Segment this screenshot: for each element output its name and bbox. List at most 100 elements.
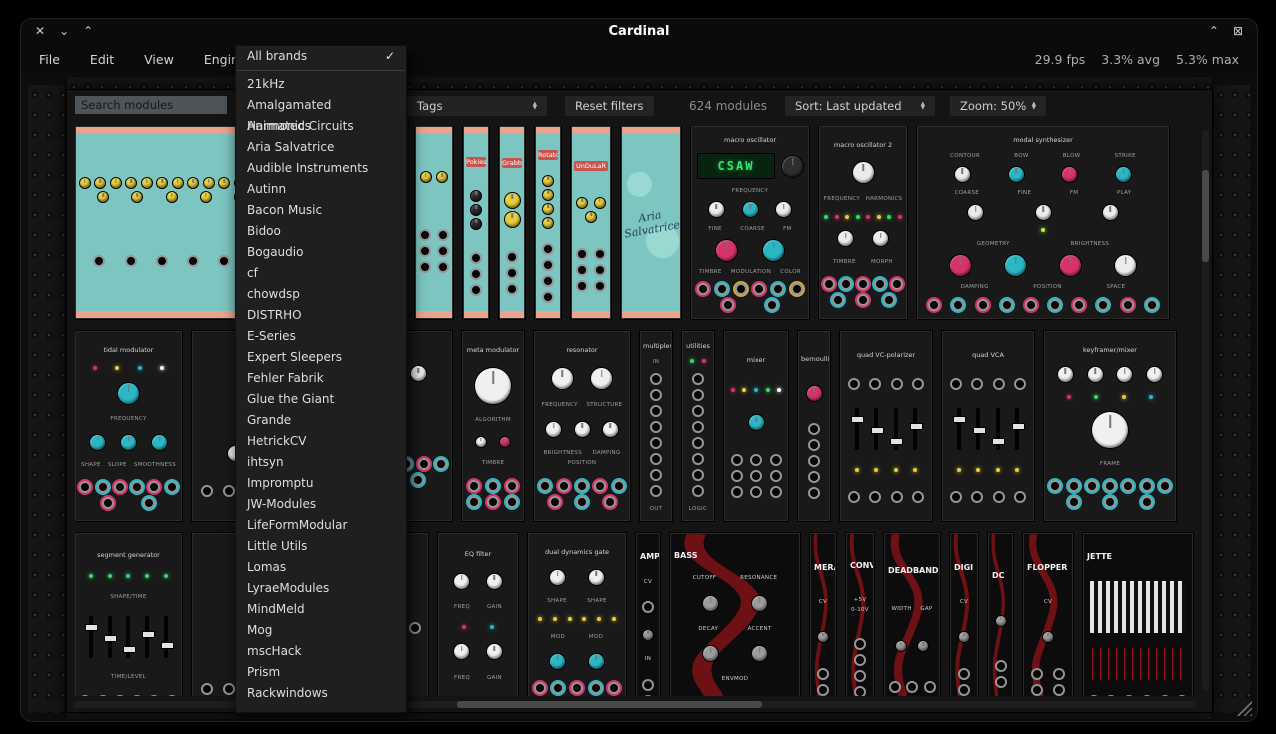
module-label: COLOR <box>780 269 801 275</box>
vertical-scrollbar-thumb[interactable] <box>1202 170 1209 262</box>
menubar-item-file[interactable]: File <box>39 52 60 67</box>
module-card[interactable]: Aria Salvatrice <box>621 126 681 319</box>
module-card[interactable]: CONV+5V0-10V <box>846 533 874 696</box>
module-card[interactable]: MERACV <box>810 533 836 696</box>
brand-menu-item[interactable]: JW-Modules <box>236 494 406 515</box>
search-input[interactable] <box>75 96 227 114</box>
module-card[interactable] <box>415 126 453 319</box>
module-card[interactable]: DEADBANDWIDTHGAP <box>884 533 940 696</box>
jack <box>692 437 704 449</box>
module-card[interactable]: FLOPPERCV <box>1023 533 1073 696</box>
brand-menu-item[interactable]: Expert Sleepers <box>236 347 406 368</box>
module-card[interactable]: Pokies <box>463 126 489 319</box>
detach-icon[interactable]: ⌃ <box>1209 24 1219 38</box>
jack <box>437 245 449 257</box>
module-label: ACCENT <box>748 626 772 632</box>
brand-menu-item[interactable]: Amalgamated Harmonics <box>236 95 406 116</box>
brand-menu-item[interactable]: MindMeld <box>236 599 406 620</box>
brand-menu-item-selected[interactable]: All brands✓ <box>236 46 406 67</box>
module-title: Grabby <box>502 158 522 168</box>
led-icon <box>1015 468 1019 472</box>
reset-filters-label: Reset filters <box>575 99 644 113</box>
module-card[interactable]: JETTE <box>1083 533 1193 696</box>
module-card[interactable]: Rotatoes <box>535 126 561 319</box>
brand-menu-item[interactable]: Bacon Music <box>236 200 406 221</box>
module-card[interactable]: Grabby <box>499 126 525 319</box>
module-card[interactable]: quad VC-polarizer <box>840 331 932 521</box>
module-card[interactable]: BASSCUTOFFRESONANCEDECAYACCENTENVMOD <box>670 533 800 696</box>
led-icon <box>597 617 601 621</box>
module-card[interactable]: quad VCA <box>942 331 1034 521</box>
brand-menu-item[interactable]: Lomas <box>236 557 406 578</box>
horizontal-scrollbar-thumb[interactable] <box>457 701 762 708</box>
brand-menu-item[interactable]: mscHack <box>236 641 406 662</box>
brand-menu-item-label: mscHack <box>247 641 301 662</box>
brand-menu-item[interactable]: Aria Salvatrice <box>236 137 406 158</box>
jack <box>201 683 213 695</box>
module-part-row <box>943 407 1033 451</box>
module-card[interactable]: keyframer/mixerFRAME <box>1044 331 1176 521</box>
menubar-item-edit[interactable]: Edit <box>90 52 114 67</box>
jack <box>869 491 881 503</box>
module-label: BRIGHTNESS <box>1071 241 1110 247</box>
module-card[interactable]: modal synthesizerCONTOURBOWBLOWSTRIKECOA… <box>917 126 1169 319</box>
jack <box>906 681 918 693</box>
module-card[interactable]: meta modulatorALGORITHMTIMBRE <box>462 331 524 521</box>
titlebar[interactable]: ✕⌄⌃ Cardinal ⌃⊠ <box>21 19 1257 45</box>
brand-menu-item[interactable]: Bidoo <box>236 221 406 242</box>
brand-menu-item[interactable]: Glue the Giant <box>236 389 406 410</box>
brand-menu-item[interactable]: HetrickCV <box>236 431 406 452</box>
knob <box>577 198 587 208</box>
module-card[interactable]: tidal modulatorFREQUENCYSHAPESLOPESMOOTH… <box>75 331 182 521</box>
module-card[interactable]: DC <box>988 533 1013 696</box>
module-card[interactable]: multiplesINOUT <box>640 331 672 521</box>
brand-menu-item-label: cf <box>247 263 258 284</box>
jack <box>1053 668 1065 680</box>
brand-menu-item[interactable]: Grande <box>236 410 406 431</box>
brand-menu-item[interactable]: Prism <box>236 662 406 683</box>
brand-menu-item[interactable]: DISTRHO <box>236 305 406 326</box>
module-card[interactable]: bernoulli gate <box>798 331 830 521</box>
close-box-icon[interactable]: ⊠ <box>1233 24 1243 38</box>
brand-menu-item[interactable]: Impromptu <box>236 473 406 494</box>
brand-menu-item[interactable]: cf <box>236 263 406 284</box>
module-card[interactable]: segment generatorSHAPE/TIMETIME/LEVEL <box>75 533 182 696</box>
module-card[interactable]: macro oscillatorCSAWFREQUENCYFINECOARSEF… <box>691 126 809 319</box>
brand-menu-item[interactable]: Autinn <box>236 179 406 200</box>
knob <box>1116 167 1131 182</box>
module-label: SHAPE <box>81 462 101 468</box>
jack <box>808 423 820 435</box>
brand-menu-item[interactable]: Mog <box>236 620 406 641</box>
sort-dropdown[interactable]: Sort: Last updated ▲▼ <box>785 96 935 116</box>
brand-menu-item[interactable]: E-Series <box>236 326 406 347</box>
module-card[interactable]: utilitiesLOGIC <box>682 331 714 521</box>
brand-menu-item[interactable]: 21kHz <box>236 74 406 95</box>
module-part-row: CV <box>811 598 835 606</box>
module-card[interactable]: EQ filterFREQGAINFREQGAIN <box>438 533 518 696</box>
brand-menu-item[interactable]: LifeFormModular <box>236 515 406 536</box>
module-card[interactable]: UnDuLaR <box>571 126 611 319</box>
brand-menu-item[interactable]: Fehler Fabrik <box>236 368 406 389</box>
jack <box>952 299 964 311</box>
module-card[interactable]: mixer <box>724 331 788 521</box>
brand-menu-item[interactable]: LyraeModules <box>236 578 406 599</box>
module-card[interactable]: DIGICV <box>950 533 978 696</box>
brand-menu-item[interactable]: ihtsyn <box>236 452 406 473</box>
brand-menu-item[interactable]: Animated Circuits <box>236 116 406 137</box>
module-card[interactable]: macro oscillator 2FREQUENCYHARMONICSTIMB… <box>819 126 907 319</box>
reset-filters-button[interactable]: Reset filters <box>565 96 654 116</box>
brand-menu-item[interactable]: chowdsp <box>236 284 406 305</box>
module-part-row: FREQGAIN <box>439 674 517 682</box>
brand-menu-item[interactable]: Bogaudio <box>236 242 406 263</box>
module-title: FLOPPER <box>1024 559 1072 574</box>
module-card[interactable]: dual dynamics gateSHAPESHAPEMODMOD <box>528 533 626 696</box>
menubar-item-view[interactable]: View <box>144 52 174 67</box>
brand-menu-item[interactable]: Rackwindows <box>236 683 406 704</box>
tags-dropdown[interactable]: Tags ▲▼ <box>407 96 547 116</box>
brand-menu-item[interactable]: Little Utils <box>236 536 406 557</box>
brand-menu-item[interactable]: Audible Instruments <box>236 158 406 179</box>
jack <box>993 378 1005 390</box>
zoom-dropdown[interactable]: Zoom: 50% ▲▼ <box>950 96 1046 116</box>
module-card[interactable]: AMPCVIN <box>636 533 660 696</box>
module-card[interactable]: resonatorFREQUENCYSTRUCTUREBRIGHTNESSDAM… <box>534 331 630 521</box>
